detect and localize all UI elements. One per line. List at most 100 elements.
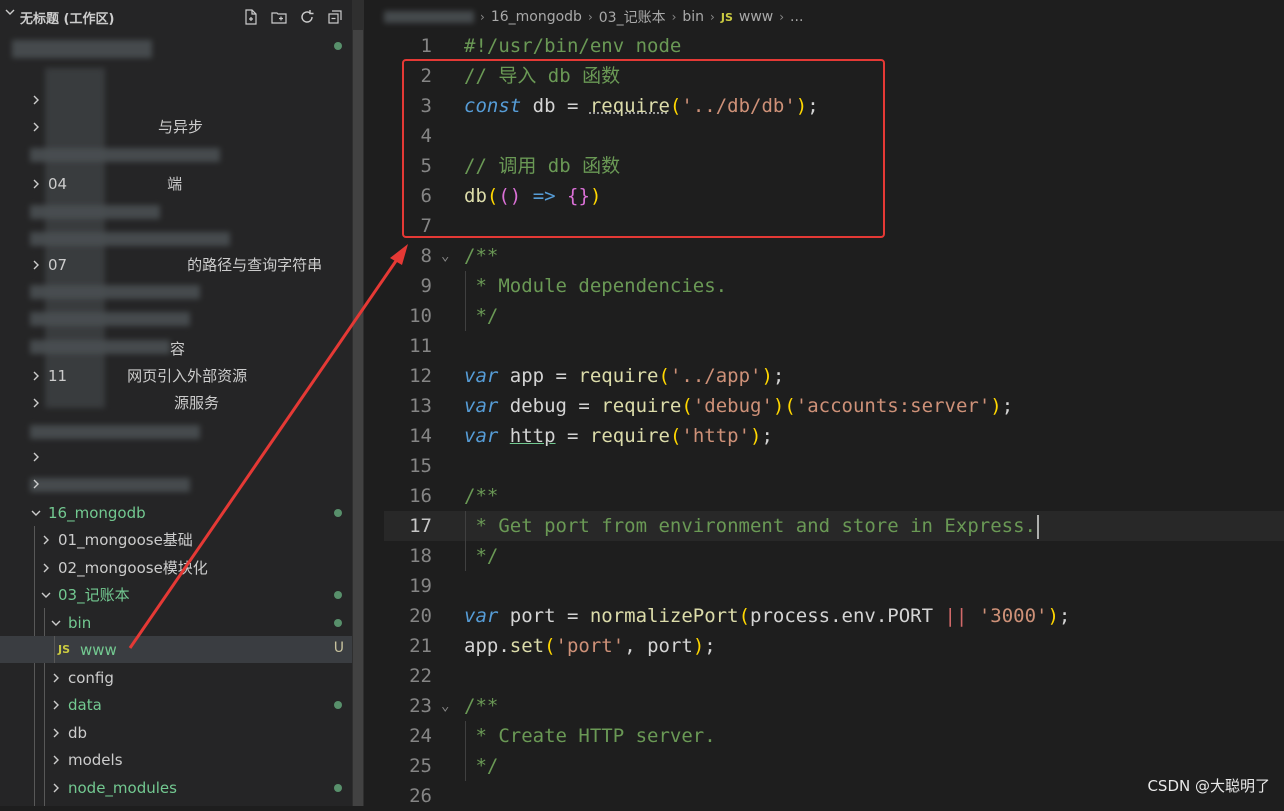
chevron-right-icon	[30, 178, 42, 190]
tree-folder[interactable]	[30, 443, 352, 470]
fold-chevron-icon[interactable]: ⌄	[441, 241, 449, 271]
fold-chevron-icon[interactable]: ⌄	[441, 691, 449, 721]
code-line[interactable]: 13 var debug = require('debug')('accounts…	[384, 391, 1284, 421]
line-number: 9	[384, 271, 432, 301]
indent-guide	[465, 721, 466, 781]
code-line[interactable]: 23 ⌄ /**	[384, 691, 1284, 721]
code-text: * Module dependencies.	[464, 271, 727, 301]
js-file-icon: JS	[721, 11, 733, 24]
tree-folder[interactable]: 源服务	[30, 389, 352, 416]
line-number: 25	[384, 751, 432, 781]
code-line[interactable]: 1 #!/usr/bin/env node	[384, 31, 1284, 61]
code-line[interactable]: 10 */	[384, 301, 1284, 331]
code-line[interactable]: 20 var port = normalizePort(process.env.P…	[384, 601, 1284, 631]
tree-folder-accounts[interactable]: 03_记账本	[40, 581, 352, 608]
tree-folder[interactable]: 容	[30, 335, 352, 362]
tree-folder-16-mongodb[interactable]: 16_mongodb	[30, 499, 352, 526]
code-text: /**	[464, 481, 498, 511]
line-number: 18	[384, 541, 432, 571]
code-line[interactable]: 15	[384, 451, 1284, 481]
tree-folder-models[interactable]: models	[50, 746, 352, 773]
collapse-all-icon[interactable]	[324, 6, 346, 28]
code-text: * Create HTTP server.	[464, 721, 716, 751]
js-file-icon: JS	[58, 643, 78, 656]
code-text: var port = normalizePort(process.env.POR…	[464, 601, 1070, 631]
tree-folder-node-modules[interactable]: node_modules	[50, 774, 352, 801]
breadcrumb-item[interactable]: 03_记账本	[599, 7, 666, 27]
chevron-down-icon	[40, 589, 52, 601]
indent-guide	[34, 526, 35, 806]
tree-folder-mongoose-modular[interactable]: 02_mongoose模块化	[40, 554, 352, 581]
breadcrumb-item[interactable]: ...	[790, 9, 803, 25]
line-number: 19	[384, 571, 432, 601]
tree-folder-bin[interactable]: bin	[50, 609, 352, 636]
chevron-right-icon	[50, 672, 62, 684]
tree-folder-db[interactable]: db	[50, 719, 352, 746]
redacted-area	[30, 148, 220, 162]
new-folder-icon[interactable]	[268, 6, 290, 28]
line-number: 24	[384, 721, 432, 751]
code-text: */	[464, 301, 498, 331]
chevron-down-icon[interactable]	[4, 6, 16, 22]
line-number: 12	[384, 361, 432, 391]
tree-file-www[interactable]: JS www U	[0, 636, 352, 663]
redacted-area	[30, 232, 230, 246]
redacted-area	[30, 425, 200, 439]
code-text: */	[464, 541, 498, 571]
line-number: 15	[384, 451, 432, 481]
indent-guide	[465, 511, 466, 571]
new-file-icon[interactable]	[240, 6, 262, 28]
annotation-highlight-box	[402, 59, 885, 238]
sidebar-scrollbar[interactable]	[352, 0, 364, 806]
breadcrumb-item[interactable]: www	[739, 9, 773, 25]
code-text: var app = require('../app');	[464, 361, 784, 391]
breadcrumb-item[interactable]: bin	[682, 9, 704, 25]
code-line[interactable]: 11	[384, 331, 1284, 361]
code-text: var debug = require('debug')('accounts:s…	[464, 391, 1013, 421]
tree-folder[interactable]	[30, 86, 352, 113]
chevron-right-icon	[50, 782, 62, 794]
code-line[interactable]: 14 var http = require('http');	[384, 421, 1284, 451]
code-text: * Get port from environment and store in…	[464, 511, 1039, 541]
refresh-icon[interactable]	[296, 6, 318, 28]
git-status-dot	[334, 509, 342, 517]
tree-folder-data[interactable]: data	[50, 691, 352, 718]
tree-folder[interactable]: 07 的路径与查询字符串	[30, 251, 352, 278]
scrollbar-thumb[interactable]	[353, 30, 363, 806]
code-line[interactable]: 9 * Module dependencies.	[384, 271, 1284, 301]
breadcrumb: › 16_mongodb › 03_记账本 › bin › JS www › .…	[384, 6, 803, 28]
line-number: 8	[384, 241, 432, 271]
code-line[interactable]: 18 */	[384, 541, 1284, 571]
line-number: 22	[384, 661, 432, 691]
code-line[interactable]: 19	[384, 571, 1284, 601]
indent-guide	[465, 271, 466, 331]
workspace-title[interactable]: 无标题 (工作区)	[20, 8, 114, 27]
tree-folder-config[interactable]: config	[50, 664, 352, 691]
tree-folder[interactable]	[30, 470, 352, 497]
code-text: */	[464, 751, 498, 781]
tree-folder[interactable]: 与异步	[30, 113, 352, 140]
code-text: /**	[464, 241, 498, 271]
tree-folder[interactable]: 11 网页引入外部资源	[30, 362, 352, 389]
code-line[interactable]: 17 * Get port from environment and store…	[384, 511, 1284, 541]
chevron-right-icon	[30, 397, 42, 409]
chevron-right-icon: ›	[480, 10, 485, 24]
code-line[interactable]: 12 var app = require('../app');	[384, 361, 1284, 391]
line-number: 11	[384, 331, 432, 361]
code-line[interactable]: 22	[384, 661, 1284, 691]
code-line[interactable]: 24 * Create HTTP server.	[384, 721, 1284, 751]
redacted-area	[30, 205, 160, 219]
git-status-dot	[334, 784, 342, 792]
tree-row[interactable]	[0, 32, 352, 59]
chevron-right-icon	[50, 727, 62, 739]
tree-folder[interactable]: 04 端	[30, 170, 352, 197]
code-line[interactable]: 8 ⌄ /**	[384, 241, 1284, 271]
tree-folder-mongoose-basics[interactable]: 01_mongoose基础	[40, 526, 352, 553]
chevron-right-icon	[30, 94, 42, 106]
code-line[interactable]: 21 app.set('port', port);	[384, 631, 1284, 661]
line-number: 23	[384, 691, 432, 721]
chevron-right-icon	[50, 699, 62, 711]
line-number: 17	[384, 511, 432, 541]
code-line[interactable]: 16 /**	[384, 481, 1284, 511]
breadcrumb-item[interactable]: 16_mongodb	[491, 9, 582, 25]
